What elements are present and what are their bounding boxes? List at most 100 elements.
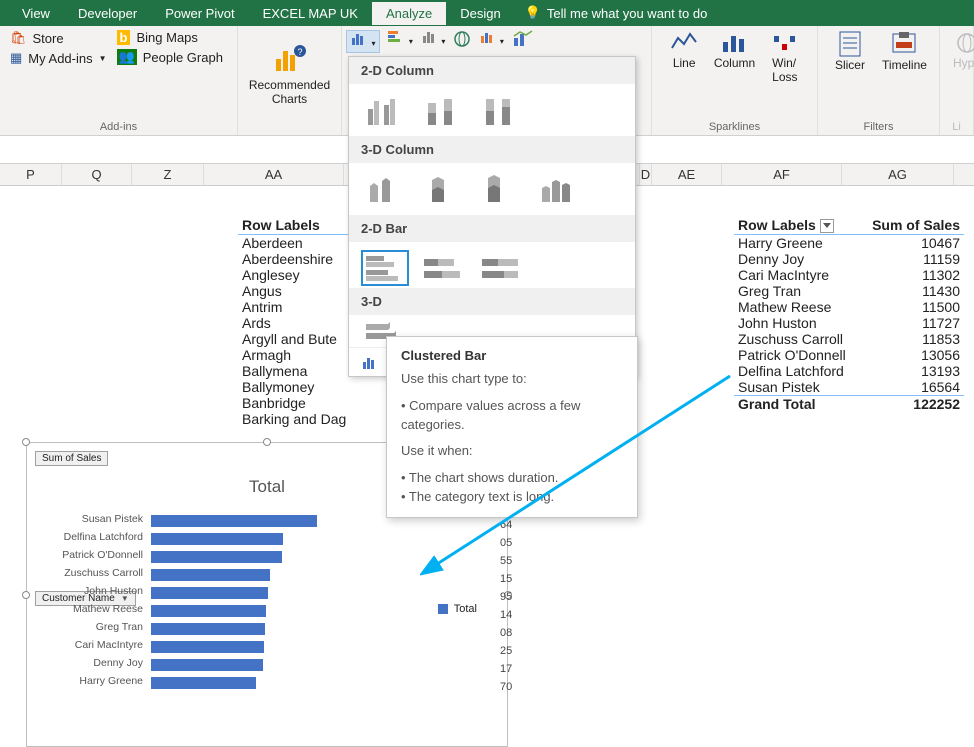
store-button[interactable]: 🛍 Store xyxy=(10,30,107,46)
grand-total-label: Grand Total xyxy=(734,396,860,413)
pivot-table-left[interactable]: Row Labels AberdeenAberdeenshireAnglesey… xyxy=(238,216,350,427)
group-filters-label: Filters xyxy=(828,119,929,133)
pivotchart-button[interactable] xyxy=(512,30,534,53)
chart-bar[interactable] xyxy=(151,677,256,689)
tab-developer[interactable]: Developer xyxy=(64,2,151,25)
col-AD[interactable]: D xyxy=(640,164,652,185)
chart-legend[interactable]: Total xyxy=(438,603,477,615)
3d-clustered-column-thumb[interactable] xyxy=(361,171,409,207)
sparkline-column-icon xyxy=(720,30,748,56)
3d-100pct-column-thumb[interactable] xyxy=(477,171,525,207)
sparkline-winloss-button[interactable]: Win/ Loss xyxy=(763,30,807,84)
tab-excelmapuk[interactable]: EXCEL MAP UK xyxy=(249,2,372,25)
chart-bar[interactable] xyxy=(151,605,266,617)
table-row[interactable]: Cari MacIntyre11302 xyxy=(734,267,964,283)
chart-bar[interactable] xyxy=(151,587,268,599)
hyperlink-button[interactable]: Hype xyxy=(950,30,974,70)
table-row[interactable]: Patrick O'Donnell13056 xyxy=(734,347,964,363)
chart-bar[interactable] xyxy=(151,533,283,545)
row-labels-header[interactable]: Row Labels xyxy=(238,216,350,235)
sparkline-line-icon xyxy=(670,30,698,56)
pivot-table-right[interactable]: Row Labels Sum of Sales Harry Greene1046… xyxy=(734,216,964,412)
100pct-stacked-bar-thumb[interactable] xyxy=(477,250,525,286)
ribbon-tabs: View Developer Power Pivot EXCEL MAP UK … xyxy=(0,0,974,26)
table-row[interactable]: Angus xyxy=(238,283,350,299)
table-row[interactable]: Denny Joy11159 xyxy=(734,251,964,267)
table-row[interactable]: Banbridge xyxy=(238,395,350,411)
map-chart-button[interactable] xyxy=(453,30,471,53)
tab-view[interactable]: View xyxy=(8,2,64,25)
clustered-bar-thumb[interactable] xyxy=(361,250,409,286)
axis-category-label: Patrick O'Donnell xyxy=(31,549,143,561)
my-addins-button[interactable]: ▦ My Add-ins ▼ xyxy=(10,50,107,66)
tab-powerpivot[interactable]: Power Pivot xyxy=(151,2,248,25)
table-row[interactable]: Zuschuss Carroll11853 xyxy=(734,331,964,347)
slicer-button[interactable]: Slicer xyxy=(828,30,872,72)
table-row[interactable]: Harry Greene10467 xyxy=(734,235,964,252)
axis-category-label: Susan Pistek xyxy=(31,513,143,525)
timeline-button[interactable]: Timeline xyxy=(880,30,929,72)
sum-of-sales-header[interactable]: Sum of Sales xyxy=(860,216,964,235)
3d-stacked-column-thumb[interactable] xyxy=(419,171,467,207)
hierarchy-chart-dropdown[interactable]: ▾ xyxy=(421,30,445,53)
chart-bar[interactable] xyxy=(151,515,317,527)
table-row[interactable]: John Huston11727 xyxy=(734,315,964,331)
recommended-charts-icon: ? xyxy=(274,44,306,76)
people-graph-button[interactable]: 👥 People Graph xyxy=(117,49,223,65)
col-AF[interactable]: AF xyxy=(722,164,842,185)
chart-plot-area[interactable]: Susan PistekDelfina LatchfordPatrick O'D… xyxy=(151,507,415,727)
tell-me-label: Tell me what you want to do xyxy=(547,6,707,21)
sparkline-line-button[interactable]: Line xyxy=(662,30,706,70)
table-row[interactable]: Aberdeen xyxy=(238,235,350,251)
table-row[interactable]: Delfina Latchford13193 xyxy=(734,363,964,379)
col-AA[interactable]: AA xyxy=(204,164,344,185)
resize-handle[interactable] xyxy=(22,438,30,446)
value-field-button[interactable]: Sum of Sales xyxy=(35,451,108,466)
chart-bar[interactable] xyxy=(151,659,263,671)
chart-bar[interactable] xyxy=(151,569,270,581)
chart-bar[interactable] xyxy=(151,623,265,635)
table-row[interactable]: Ballymoney xyxy=(238,379,350,395)
table-row[interactable]: Mathew Reese11500 xyxy=(734,299,964,315)
column-chart-dropdown[interactable]: ▾ xyxy=(346,30,380,53)
bing-maps-button[interactable]: b Bing Maps xyxy=(117,30,223,45)
group-addins-label: Add-ins xyxy=(10,119,227,133)
axis-category-label: Harry Greene xyxy=(31,675,143,687)
axis-category-label: Cari MacIntyre xyxy=(31,639,143,651)
stacked-bar-thumb[interactable] xyxy=(419,250,467,286)
gallery-3d-bar-label: 3-D xyxy=(349,288,635,315)
table-row[interactable]: Greg Tran11430 xyxy=(734,283,964,299)
col-P[interactable]: P xyxy=(0,164,62,185)
tell-me-search[interactable]: 💡 Tell me what you want to do xyxy=(515,5,708,21)
table-row[interactable]: Ards xyxy=(238,315,350,331)
filter-icon[interactable] xyxy=(820,219,834,233)
clustered-column-thumb[interactable] xyxy=(361,92,409,128)
col-AE[interactable]: AE xyxy=(652,164,722,185)
row-labels-header[interactable]: Row Labels xyxy=(734,216,860,235)
chart-bar[interactable] xyxy=(151,551,282,563)
col-Z[interactable]: Z xyxy=(132,164,204,185)
col-Q[interactable]: Q xyxy=(62,164,132,185)
resize-handle[interactable] xyxy=(263,438,271,446)
col-AG[interactable]: AG xyxy=(842,164,954,185)
table-row[interactable]: Antrim xyxy=(238,299,350,315)
resize-handle[interactable] xyxy=(22,591,30,599)
3d-column-thumb[interactable] xyxy=(535,171,583,207)
table-row[interactable]: Argyll and Bute xyxy=(238,331,350,347)
chart-bar[interactable] xyxy=(151,641,264,653)
recommended-charts-button[interactable]: ? Recommended Charts xyxy=(250,44,330,106)
table-row[interactable]: Aberdeenshire xyxy=(238,251,350,267)
tab-design[interactable]: Design xyxy=(446,2,514,25)
table-row[interactable]: Anglesey xyxy=(238,267,350,283)
100pct-stacked-column-thumb[interactable] xyxy=(477,92,525,128)
tab-analyze[interactable]: Analyze xyxy=(372,2,446,25)
combo-chart-dropdown[interactable]: ▾ xyxy=(479,30,503,53)
table-row[interactable]: Armagh xyxy=(238,347,350,363)
table-row[interactable]: Ballymena xyxy=(238,363,350,379)
table-row[interactable]: Susan Pistek16564 xyxy=(734,379,964,396)
stacked-column-thumb[interactable] xyxy=(419,92,467,128)
more-charts-icon xyxy=(361,354,379,370)
bar-chart-dropdown[interactable]: ▾ xyxy=(388,30,412,53)
sparkline-column-button[interactable]: Column xyxy=(712,30,756,70)
table-row[interactable]: Barking and Dag xyxy=(238,411,350,427)
